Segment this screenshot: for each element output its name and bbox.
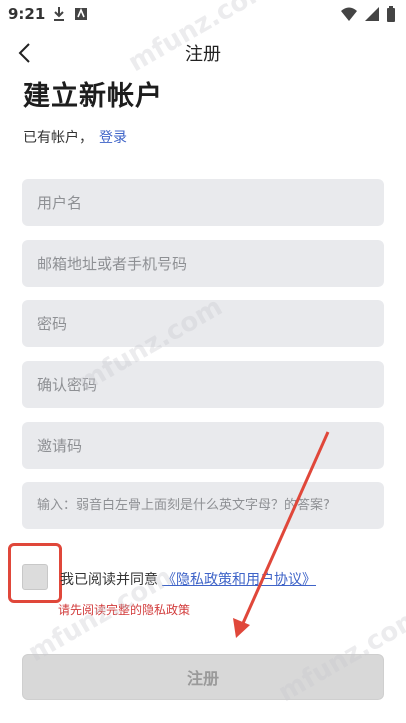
agreement-label: 我已阅读并同意 《隐私政策和用户协议》 bbox=[60, 569, 316, 589]
app-bar: 注册 bbox=[0, 34, 406, 70]
download-icon bbox=[52, 6, 66, 26]
agreement-text: 我已阅读并同意 bbox=[60, 572, 158, 588]
status-time: 9:21 bbox=[8, 5, 46, 23]
username-input[interactable] bbox=[22, 179, 384, 226]
captcha-answer-input[interactable] bbox=[22, 482, 384, 529]
account-prompt-text: 已有帐户， bbox=[23, 130, 93, 146]
invite-code-input[interactable] bbox=[22, 422, 384, 469]
password-input[interactable] bbox=[22, 300, 384, 347]
battery-icon bbox=[386, 6, 396, 26]
wifi-icon bbox=[340, 6, 358, 26]
agreement-checkbox[interactable] bbox=[22, 564, 48, 590]
privacy-policy-link[interactable]: 《隐私政策和用户协议》 bbox=[162, 572, 316, 588]
form-heading: 建立新帐户 bbox=[23, 81, 163, 112]
agreement-row: 我已阅读并同意 《隐私政策和用户协议》 bbox=[8, 543, 398, 607]
agreement-error-message: 请先阅读完整的隐私政策 bbox=[58, 603, 191, 617]
page-title: 注册 bbox=[185, 44, 221, 65]
signal-icon bbox=[364, 6, 380, 26]
email-or-phone-input[interactable] bbox=[22, 240, 384, 287]
login-link[interactable]: 登录 bbox=[99, 130, 127, 146]
account-prompt: 已有帐户， 登录 bbox=[23, 127, 127, 147]
confirm-password-input[interactable] bbox=[22, 361, 384, 408]
register-button[interactable]: 注册 bbox=[22, 654, 384, 700]
app-notification-icon bbox=[74, 6, 88, 26]
status-bar: 9:21 bbox=[0, 0, 406, 30]
